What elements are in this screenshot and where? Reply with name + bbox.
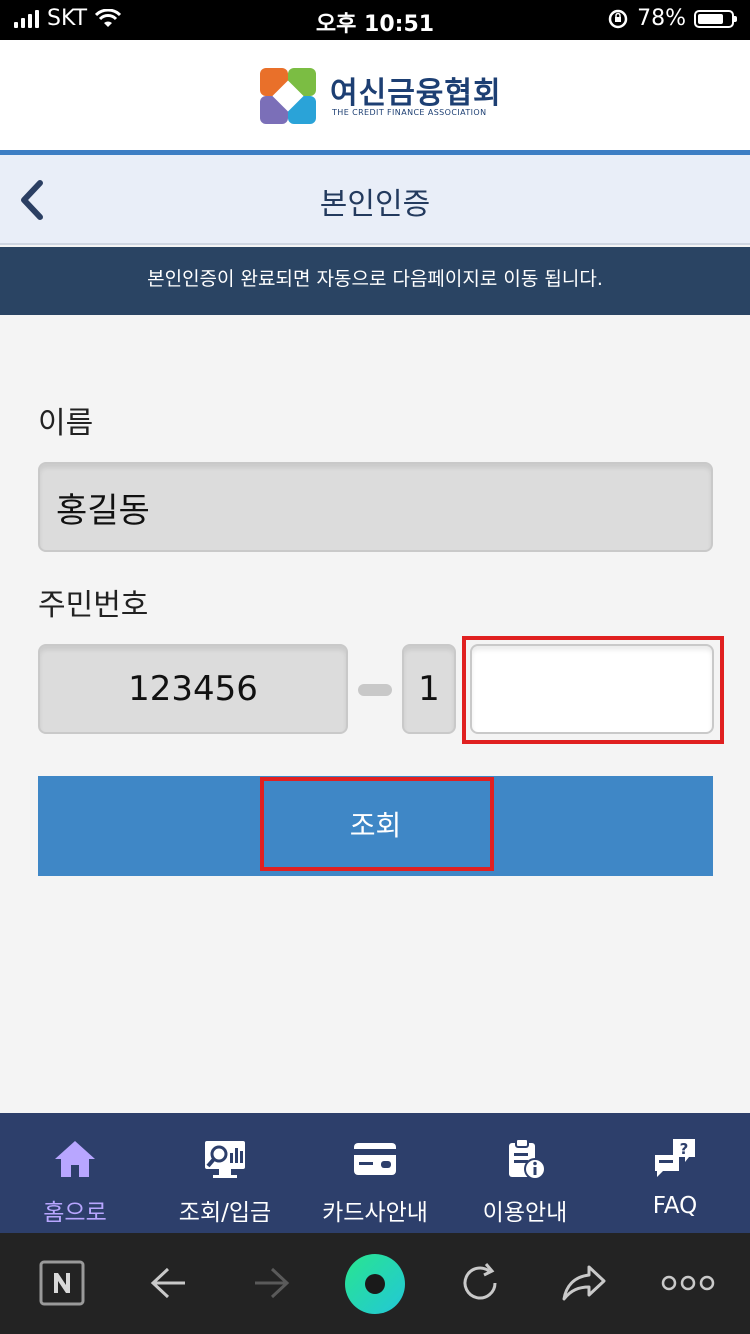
home-icon	[55, 1141, 95, 1177]
name-value: 홍길동	[56, 490, 150, 531]
tab-label-faq: FAQ	[652, 1193, 698, 1219]
rrn-front-field[interactable]: 123456	[38, 644, 348, 734]
status-right-group: 78%	[607, 6, 737, 31]
battery-icon	[694, 9, 737, 28]
green-dot-icon	[345, 1254, 405, 1314]
rotation-lock-icon	[608, 9, 628, 28]
battery-percent: 78%	[637, 6, 686, 31]
forward-button[interactable]	[248, 1255, 296, 1311]
rrn-back-first-field[interactable]: 1	[402, 644, 456, 734]
tab-usage-guide[interactable]: 이용안내	[450, 1113, 600, 1233]
search-chart-icon	[205, 1141, 245, 1178]
bottom-tab-bar: 홈으로 조회/입금 카드사안내 이용안내 ? FAQ	[0, 1113, 750, 1233]
clipboard-info-icon	[509, 1138, 546, 1180]
rrn-label: 주민번호	[38, 588, 149, 623]
rrn-dash	[358, 684, 392, 696]
back-button[interactable]	[144, 1255, 192, 1311]
tab-label-inquiry: 조회/입금	[178, 1200, 272, 1226]
name-label: 이름	[38, 406, 94, 441]
arrow-left-icon	[150, 1267, 185, 1299]
logo-english-text: THE CREDIT FINANCE ASSOCIATION	[332, 108, 487, 117]
svg-text:?: ?	[680, 1140, 689, 1158]
faq-chat-icon: ?	[655, 1139, 695, 1177]
reload-icon	[463, 1263, 497, 1300]
naver-n-button[interactable]	[38, 1255, 86, 1311]
tab-inquiry-deposit[interactable]: 조회/입금	[150, 1113, 300, 1233]
name-field[interactable]: 홍길동	[38, 462, 713, 552]
rrn-back-first-value: 1	[418, 669, 440, 709]
tab-faq[interactable]: ? FAQ	[600, 1113, 750, 1233]
browser-toolbar	[0, 1233, 750, 1334]
tab-label-home: 홈으로	[43, 1200, 107, 1226]
notice-banner: 본인인증이 완료되면 자동으로 다음페이지로 이동 됩니다.	[0, 247, 750, 315]
tab-label-guide: 이용안내	[482, 1200, 568, 1226]
logo-korean-text: 여신금융협회	[330, 76, 502, 111]
submit-highlight	[260, 777, 494, 871]
reload-button[interactable]	[456, 1255, 504, 1311]
share-button[interactable]	[560, 1255, 608, 1311]
tab-card-companies[interactable]: 카드사안내	[300, 1113, 450, 1233]
more-dots-icon	[661, 1275, 715, 1291]
card-icon	[354, 1143, 396, 1175]
title-bar: 본인인증	[0, 155, 750, 245]
arrow-right-icon	[255, 1267, 290, 1299]
status-bar: SKT 오후 10:51 78%	[0, 0, 750, 40]
tab-home[interactable]: 홈으로	[0, 1113, 150, 1233]
green-dot-button[interactable]	[344, 1253, 406, 1315]
more-button[interactable]	[660, 1255, 716, 1311]
share-arrow-icon	[562, 1265, 606, 1301]
rrn-back-rest-field[interactable]	[470, 644, 714, 734]
rrn-front-value: 123456	[128, 669, 258, 709]
logo-header: 여신금융협회 THE CREDIT FINANCE ASSOCIATION	[0, 40, 750, 150]
tab-label-card: 카드사안내	[322, 1200, 428, 1226]
association-logo-icon	[260, 68, 316, 124]
page-title: 본인인증	[319, 187, 431, 222]
naver-n-icon	[39, 1260, 85, 1306]
